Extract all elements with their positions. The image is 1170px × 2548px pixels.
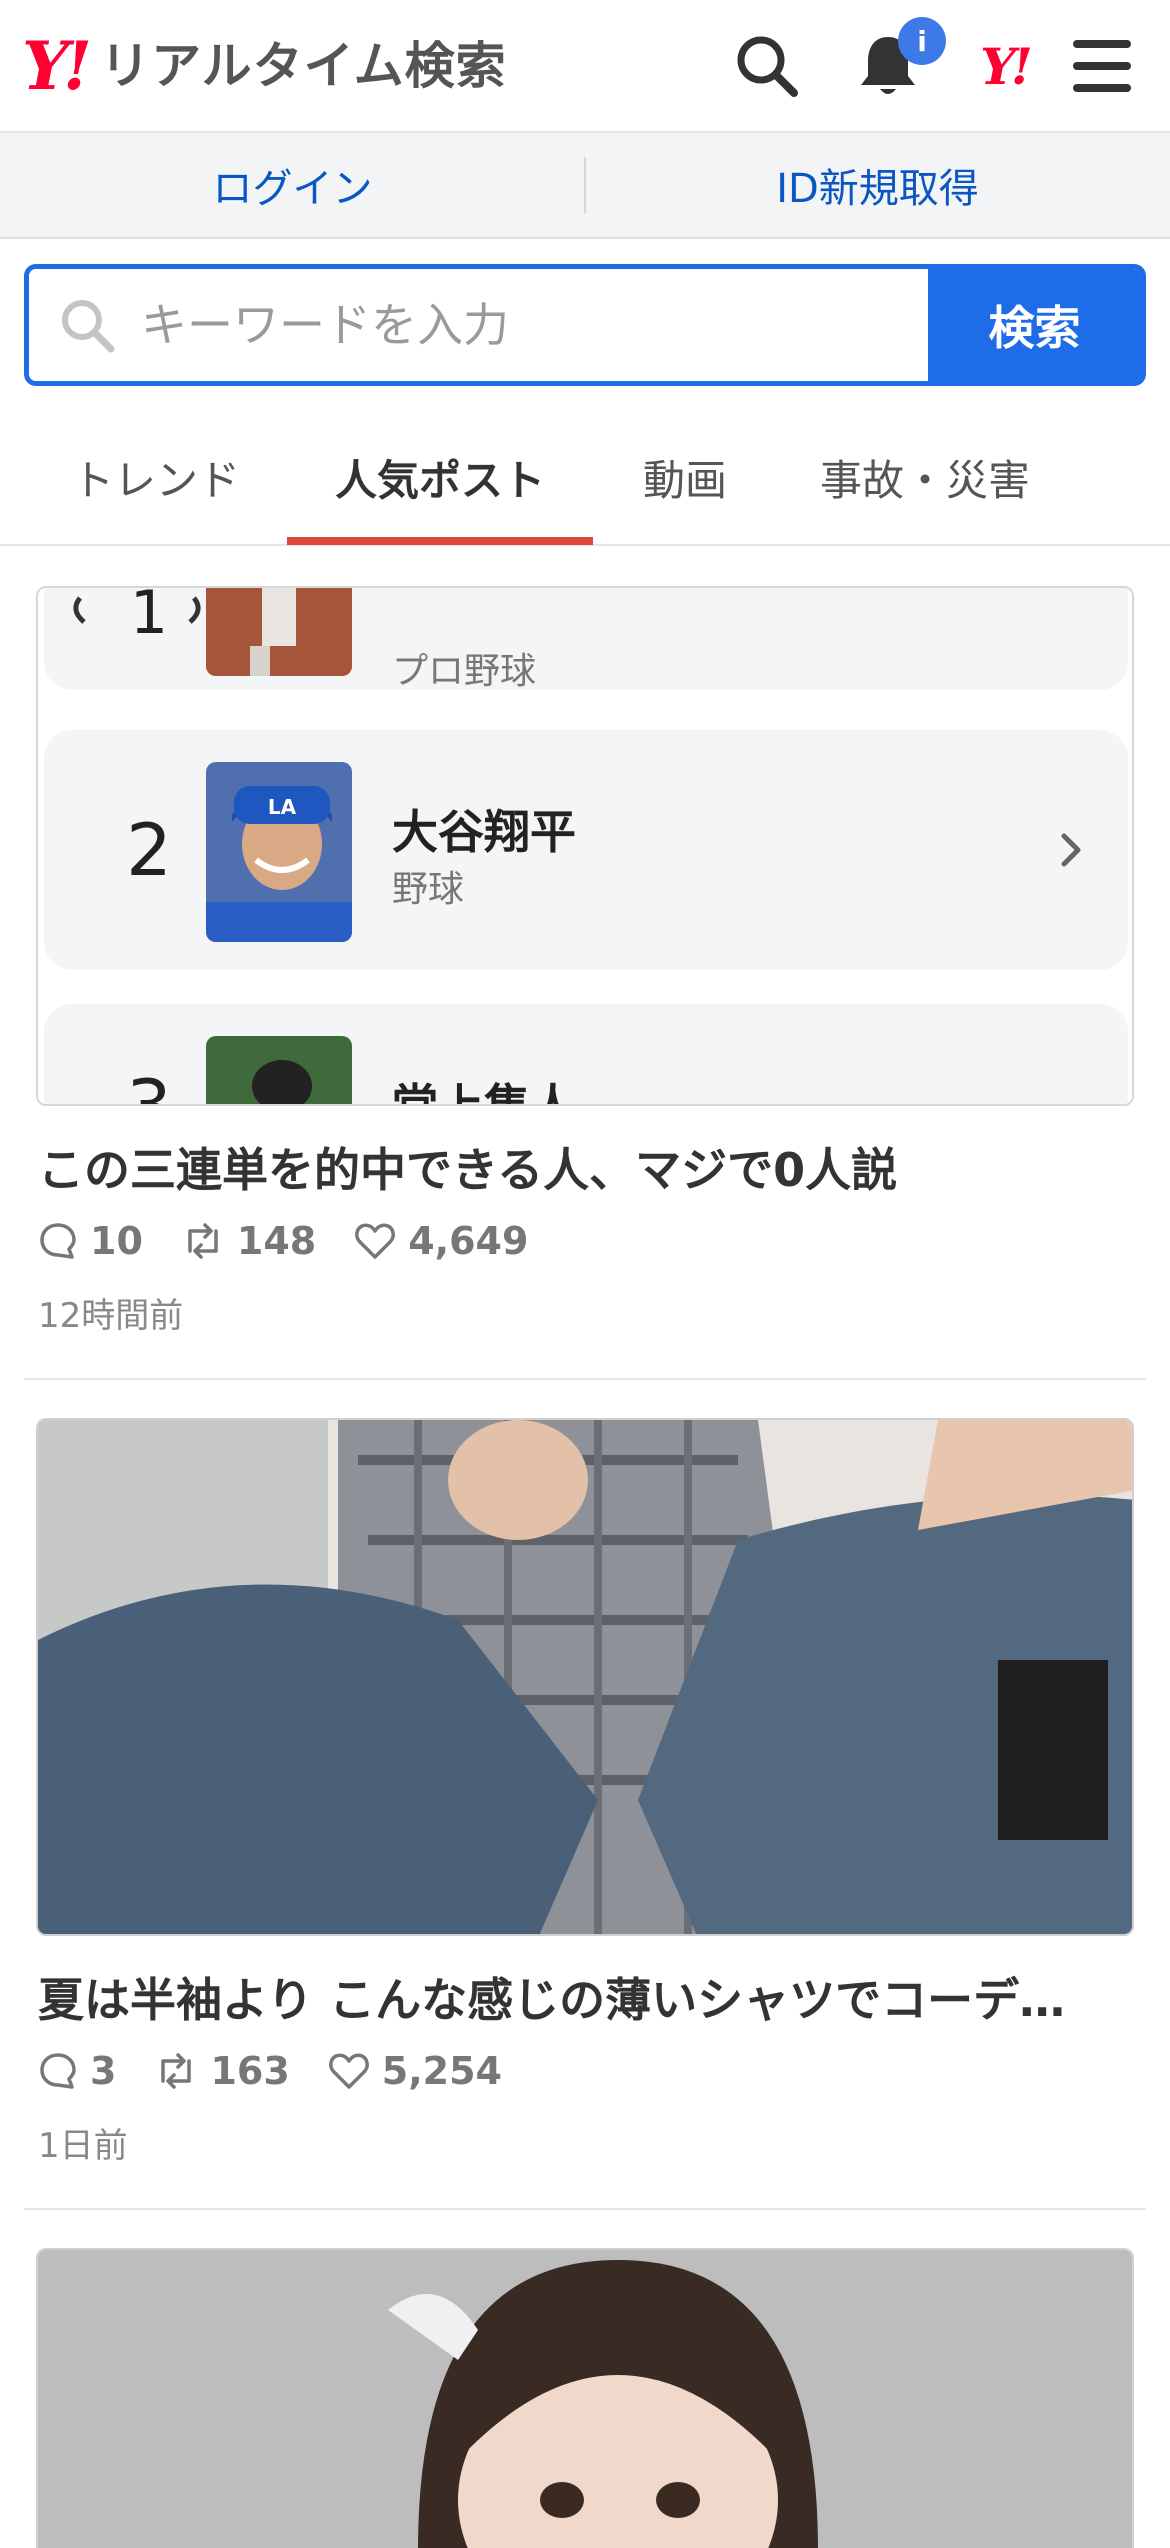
rank-name: 堂上隼人 bbox=[392, 1079, 576, 1106]
heart-icon bbox=[355, 1223, 396, 1259]
post-stats: 10 148 4,649 bbox=[38, 1216, 566, 1266]
yahoo-realtime-logo[interactable]: Y! リアルタイム検索 bbox=[22, 28, 507, 104]
repost-count[interactable]: 163 bbox=[154, 2049, 290, 2093]
active-tab-indicator bbox=[287, 537, 593, 545]
tab-video[interactable]: 動画 bbox=[610, 408, 760, 546]
like-count[interactable]: 4,649 bbox=[354, 1219, 528, 1263]
repost-icon bbox=[161, 2053, 192, 2089]
post-divider bbox=[24, 1378, 1146, 1380]
rank-name: 大谷翔平 bbox=[392, 805, 576, 859]
svg-text:LA: LA bbox=[268, 795, 297, 819]
ranking-row[interactable]: 3 堂上隼人 bbox=[44, 1004, 1128, 1106]
repost-count-value: 148 bbox=[236, 1219, 317, 1263]
laurel-icon bbox=[62, 590, 212, 634]
like-count[interactable]: 5,254 bbox=[328, 2049, 502, 2093]
post-stats: 3 163 5,254 bbox=[38, 2046, 540, 2096]
account-bar: ログイン ID新規取得 bbox=[0, 133, 1170, 239]
repost-count-value: 163 bbox=[210, 2049, 290, 2093]
repost-count[interactable]: 148 bbox=[181, 1219, 316, 1263]
login-link[interactable]: ログイン bbox=[0, 156, 585, 214]
yahoo-japan-icon[interactable]: Y! bbox=[962, 24, 1046, 108]
search-box: 検索 bbox=[24, 264, 1146, 386]
reply-count[interactable]: 10 bbox=[38, 1219, 143, 1263]
logo-title: リアルタイム検索 bbox=[100, 37, 507, 95]
reply-icon bbox=[40, 2053, 76, 2089]
hamburger-menu-icon[interactable] bbox=[1060, 24, 1144, 108]
search-input[interactable] bbox=[141, 269, 941, 381]
rank-number: 3 bbox=[126, 1064, 172, 1106]
chevron-right-icon bbox=[1058, 830, 1084, 874]
tab-accident-disaster[interactable]: 事故・災害 bbox=[790, 408, 1060, 546]
yj-mark: Y! bbox=[980, 36, 1033, 96]
rank-category: 野球 bbox=[392, 869, 465, 910]
post-image-ranking[interactable]: 1 プロ野球 2 LA 大谷翔平 野球 3 堂上隼人 bbox=[36, 586, 1134, 1106]
rank-thumbnail: LA bbox=[206, 762, 352, 942]
post-time: 1日前 bbox=[38, 2126, 128, 2166]
tab-popular-posts[interactable]: 人気ポスト bbox=[287, 408, 593, 546]
ranking-row[interactable]: 1 プロ野球 bbox=[44, 588, 1128, 692]
search-glass-icon bbox=[57, 295, 117, 359]
yahoo-logo-mark: Y! bbox=[22, 27, 92, 105]
reply-count[interactable]: 3 bbox=[38, 2049, 116, 2093]
signup-link[interactable]: ID新規取得 bbox=[585, 156, 1170, 214]
rank-number: 2 bbox=[126, 808, 172, 892]
post-image[interactable] bbox=[36, 1418, 1134, 1936]
post-divider bbox=[24, 2208, 1146, 2210]
app-header: Y! リアルタイム検索 i Y! bbox=[0, 0, 1170, 133]
search-field[interactable] bbox=[29, 269, 941, 381]
post-title[interactable]: 夏は半袖より こんな感じの薄いシャツでコーデ… bbox=[38, 1964, 1138, 2030]
post-title[interactable]: この三連単を的中できる人、マジで0人説 bbox=[38, 1134, 1138, 1200]
ranking-row[interactable]: 2 LA 大谷翔平 野球 bbox=[44, 730, 1128, 970]
like-count-value: 4,649 bbox=[408, 1219, 529, 1263]
post-time: 12時間前 bbox=[38, 1296, 184, 1336]
post-image[interactable] bbox=[36, 2248, 1134, 2548]
tab-trend[interactable]: トレンド bbox=[40, 408, 272, 546]
reply-icon bbox=[40, 1223, 76, 1259]
reply-count-value: 3 bbox=[90, 2049, 117, 2093]
reply-count-value: 10 bbox=[90, 1219, 143, 1263]
divider bbox=[584, 157, 586, 213]
like-count-value: 5,254 bbox=[381, 2049, 502, 2093]
heart-icon bbox=[328, 2053, 369, 2089]
rank-thumbnail bbox=[206, 1036, 352, 1104]
rank-thumbnail bbox=[206, 588, 352, 676]
notification-badge: i bbox=[898, 17, 946, 65]
search-icon[interactable] bbox=[725, 24, 809, 108]
repost-icon bbox=[188, 1223, 218, 1259]
tab-bar: トレンド 人気ポスト 動画 事故・災害 bbox=[0, 408, 1170, 546]
rank-category: プロ野球 bbox=[392, 651, 537, 692]
search-button[interactable]: 検索 bbox=[928, 269, 1141, 381]
